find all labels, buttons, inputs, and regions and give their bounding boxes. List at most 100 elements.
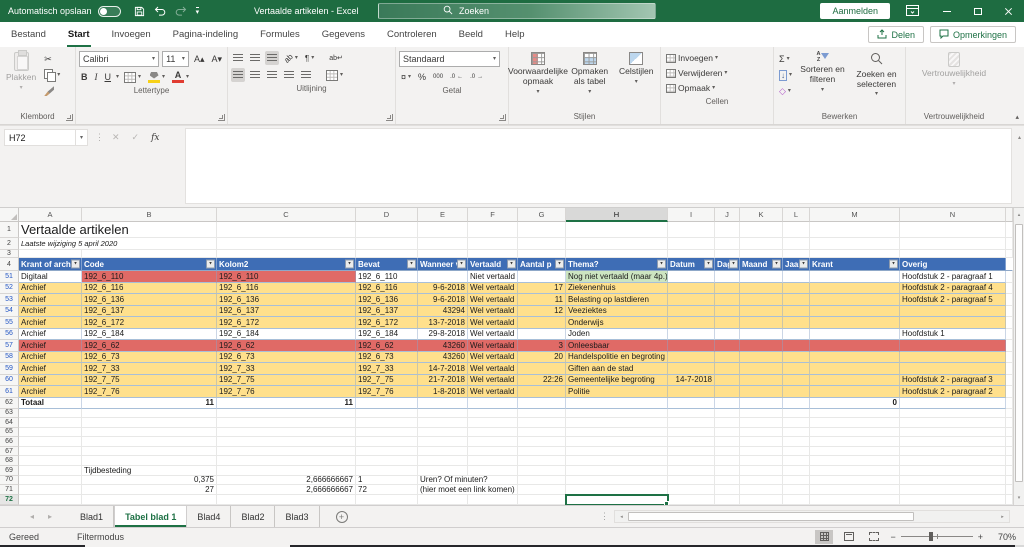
cell-I2[interactable] [668, 238, 715, 250]
cell-N67[interactable] [900, 447, 1006, 457]
vertical-scrollbar[interactable]: ▴ ▾ [1013, 208, 1024, 505]
cell-H1[interactable] [566, 222, 668, 238]
cell-F68[interactable] [468, 456, 518, 466]
cell-D54[interactable]: 192_6_137 [356, 306, 418, 318]
cell-G62[interactable] [518, 398, 566, 409]
cell-E72[interactable] [418, 495, 468, 505]
cell-K60[interactable] [740, 375, 783, 387]
cell-L68[interactable] [783, 456, 810, 466]
cell-B65[interactable] [82, 428, 217, 438]
cell-A71[interactable] [19, 485, 82, 495]
cell-N69[interactable] [900, 466, 1006, 476]
name-box-dropdown-icon[interactable]: ▾ [75, 130, 83, 145]
cell-stub64[interactable] [1006, 418, 1013, 428]
cell-F56[interactable]: Wel vertaald [468, 329, 518, 341]
cell-B62[interactable]: 11 [82, 398, 217, 409]
cell-M56[interactable] [810, 329, 900, 341]
row-header-58[interactable]: 58 [0, 352, 19, 364]
ribbon-tab-help[interactable]: Help [494, 22, 536, 47]
cell-L65[interactable] [783, 428, 810, 438]
cell-I63[interactable] [668, 409, 715, 419]
zoom-in-button[interactable]: + [978, 532, 983, 542]
cell-stub3[interactable] [1006, 250, 1013, 258]
cell-H67[interactable] [566, 447, 668, 457]
cell-F64[interactable] [468, 418, 518, 428]
cell-H60[interactable]: Gemeentelijke begroting [566, 375, 668, 387]
cell-K68[interactable] [740, 456, 783, 466]
scroll-right-button[interactable]: ▸ [996, 511, 1009, 522]
cell-N63[interactable] [900, 409, 1006, 419]
cell-C71[interactable]: 2,666666667 [217, 485, 356, 495]
cell-E56[interactable]: 29-8-2018 [418, 329, 468, 341]
cell-K3[interactable] [740, 250, 783, 258]
cell-A67[interactable] [19, 447, 82, 457]
sign-in-button[interactable]: Aanmelden [820, 3, 890, 19]
cell-B68[interactable] [82, 456, 217, 466]
cell-stub61[interactable] [1006, 386, 1013, 398]
row-header-63[interactable]: 63 [0, 409, 19, 419]
cell-stub4[interactable] [1006, 258, 1013, 271]
row-header-67[interactable]: 67 [0, 447, 19, 457]
cell-M52[interactable] [810, 283, 900, 295]
cell-H68[interactable] [566, 456, 668, 466]
cell-N60[interactable]: Hoofdstuk 2 - paragraaf 3 [900, 375, 1006, 387]
cell-G64[interactable] [518, 418, 566, 428]
scroll-left-button[interactable]: ◂ [615, 511, 628, 522]
cell-E4[interactable]: Wanneer v▾ [418, 258, 468, 271]
cell-A59[interactable]: Archief [19, 363, 82, 375]
cell-B63[interactable] [82, 409, 217, 419]
cell-H56[interactable]: Joden [566, 329, 668, 341]
increase-decimal-button[interactable]: .0← [448, 70, 465, 84]
cell-M51[interactable] [810, 271, 900, 283]
cell-L59[interactable] [783, 363, 810, 375]
cell-E70[interactable]: Uren? Of minuten? [418, 476, 518, 486]
cell-G59[interactable] [518, 363, 566, 375]
cell-stub66[interactable] [1006, 437, 1013, 447]
cell-C72[interactable] [217, 495, 356, 505]
cell-N51[interactable]: Hoofdstuk 2 - paragraaf 1 [900, 271, 1006, 283]
font-dialog-launcher[interactable] [218, 114, 225, 121]
cell-G52[interactable]: 17 [518, 283, 566, 295]
close-button[interactable] [993, 0, 1024, 22]
row-header-55[interactable]: 55 [0, 317, 19, 329]
row-header-71[interactable]: 71 [0, 485, 19, 495]
row-header-72[interactable]: 72 [0, 495, 19, 505]
cell-G53[interactable]: 11 [518, 294, 566, 306]
cell-J51[interactable] [715, 271, 740, 283]
cell-B52[interactable]: 192_6_116 [82, 283, 217, 295]
cell-D1[interactable] [356, 222, 418, 238]
cell-C2[interactable] [217, 238, 356, 250]
font-name-combo[interactable]: Calibri▾ [79, 51, 159, 67]
cell-N61[interactable]: Hoofdstuk 2 - paragraaf 2 [900, 386, 1006, 398]
cell-H70[interactable] [566, 476, 668, 486]
cell-I56[interactable] [668, 329, 715, 341]
cell-L2[interactable] [783, 238, 810, 250]
cell-B71[interactable]: 27 [82, 485, 217, 495]
cell-I64[interactable] [668, 418, 715, 428]
cell-B53[interactable]: 192_6_136 [82, 294, 217, 306]
cell-F67[interactable] [468, 447, 518, 457]
cell-C61[interactable]: 192_7_76 [217, 386, 356, 398]
new-sheet-button[interactable]: + [336, 511, 348, 523]
cell-M62[interactable]: 0 [810, 398, 900, 409]
cell-stub52[interactable] [1006, 283, 1013, 295]
filter-button-E[interactable]: ▾ [457, 260, 466, 269]
cell-stub71[interactable] [1006, 485, 1013, 495]
cell-A63[interactable] [19, 409, 82, 419]
filter-button-L[interactable]: ▾ [799, 260, 808, 269]
undo-icon[interactable] [154, 6, 166, 17]
cell-K53[interactable] [740, 294, 783, 306]
cell-D70[interactable]: 1 [356, 476, 418, 486]
cell-K54[interactable] [740, 306, 783, 318]
ribbon-tab-gegevens[interactable]: Gegevens [311, 22, 376, 47]
cell-F53[interactable]: Wel vertaald [468, 294, 518, 306]
column-header-stub[interactable] [1006, 208, 1013, 222]
cell-D63[interactable] [356, 409, 418, 419]
cell-L57[interactable] [783, 340, 810, 352]
cell-A70[interactable] [19, 476, 82, 486]
row-header-51[interactable]: 51 [0, 271, 19, 283]
cell-D66[interactable] [356, 437, 418, 447]
cell-F55[interactable]: Wel vertaald [468, 317, 518, 329]
cell-J68[interactable] [715, 456, 740, 466]
cell-N62[interactable] [900, 398, 1006, 409]
